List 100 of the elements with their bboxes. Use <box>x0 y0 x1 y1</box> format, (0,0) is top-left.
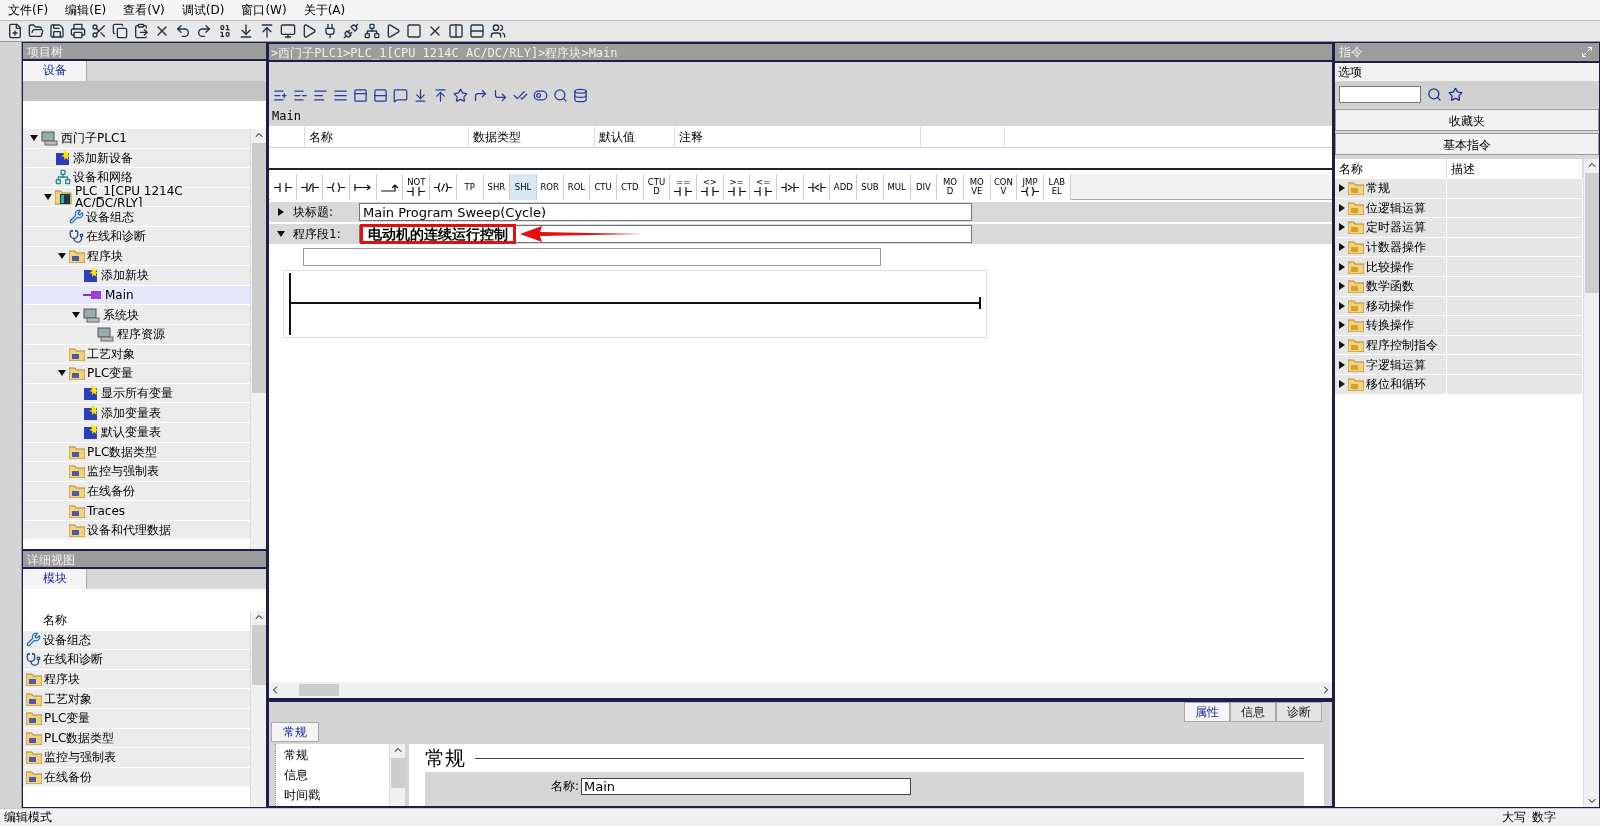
toggle-icon[interactable] <box>532 87 548 103</box>
expanded-arrow-icon[interactable] <box>58 251 66 260</box>
instruction-folder[interactable]: 比较操作 <box>1335 257 1447 276</box>
detail-item[interactable]: 程序块 <box>23 669 250 690</box>
menu-item[interactable]: 调试(D) <box>173 1 234 19</box>
tree-item[interactable]: 默认变量表 <box>23 422 250 443</box>
expanded-arrow-icon[interactable] <box>72 310 80 319</box>
instruction-button[interactable]: SUB <box>857 174 884 200</box>
detail-item[interactable]: 在线备份 <box>23 767 250 788</box>
print-icon[interactable] <box>70 23 86 39</box>
collapsed-arrow-icon[interactable] <box>1338 301 1346 310</box>
scrollbar[interactable] <box>269 682 1332 698</box>
upload-icon[interactable] <box>259 23 275 39</box>
instruction-button[interactable]: >= <box>723 174 751 200</box>
nav-item[interactable]: 信息 <box>284 765 389 785</box>
collapsed-arrow-icon[interactable] <box>1338 203 1346 212</box>
collapsed-arrow-icon[interactable] <box>1338 223 1346 232</box>
scrollbar[interactable] <box>250 129 266 549</box>
scrollbar[interactable] <box>389 744 405 806</box>
instruction-button[interactable]: MO VE <box>963 174 991 200</box>
collapsed-arrow-icon[interactable] <box>1338 321 1346 330</box>
instruction-button[interactable] <box>803 174 831 200</box>
instruction-button[interactable] <box>350 174 377 200</box>
instruction-button[interactable]: SHR <box>483 174 511 200</box>
instruction-folder[interactable]: 字逻辑运算 <box>1335 355 1447 374</box>
instruction-button[interactable]: ADD <box>830 174 858 200</box>
new-file-icon[interactable] <box>7 23 23 39</box>
instruction-button[interactable]: SHL <box>510 174 537 200</box>
panel-tab[interactable]: 模块 <box>23 569 87 589</box>
rows-icon[interactable] <box>372 87 388 103</box>
tree-item[interactable]: 程序资源 <box>23 324 250 345</box>
insert-row-icon[interactable] <box>272 87 288 103</box>
users-icon[interactable] <box>490 23 506 39</box>
network-icon[interactable] <box>364 23 380 39</box>
inspector-tab[interactable]: 属性 <box>1184 702 1230 722</box>
instruction-button[interactable]: MO D <box>937 174 964 200</box>
stop-icon[interactable] <box>406 23 422 39</box>
nav-item[interactable]: 常规 <box>284 745 389 765</box>
instruction-button[interactable]: TP <box>456 174 484 200</box>
tree-item[interactable]: 设备组态 <box>23 207 250 227</box>
instruction-button[interactable] <box>296 174 324 200</box>
undo-icon[interactable] <box>175 23 191 39</box>
favorite-icon[interactable] <box>1448 86 1463 102</box>
tree-item[interactable]: Main <box>23 285 250 306</box>
detail-item[interactable]: 工艺对象 <box>23 689 250 709</box>
collapsed-arrow-icon[interactable] <box>277 208 285 216</box>
tree-item[interactable]: 添加变量表 <box>23 403 250 423</box>
tree-item[interactable]: 程序块 <box>23 246 250 267</box>
detail-item[interactable]: 在线和诊断 <box>23 650 250 670</box>
instruction-button[interactable]: <= <box>750 174 778 200</box>
monitor-icon[interactable] <box>280 23 296 39</box>
instruction-button[interactable] <box>323 174 351 200</box>
split-vertical-icon[interactable] <box>448 23 464 39</box>
cut-icon[interactable] <box>91 23 107 39</box>
paste-icon[interactable] <box>133 23 149 39</box>
tree-item[interactable]: 工艺对象 <box>23 344 250 365</box>
collapsed-arrow-icon[interactable] <box>1338 282 1346 291</box>
instruction-folder[interactable]: 定时器运算 <box>1335 218 1447 237</box>
name-field[interactable]: Main <box>581 778 911 795</box>
instruction-button[interactable]: MUL <box>883 174 911 200</box>
tree-item[interactable]: 添加新块 <box>23 266 250 286</box>
tree-item[interactable]: PLC数据类型 <box>23 442 250 463</box>
instruction-button[interactable]: DIV <box>910 174 938 200</box>
search-icon[interactable] <box>552 87 568 103</box>
menu-item[interactable]: 关于(A) <box>295 1 355 19</box>
instruction-button[interactable]: ROR <box>536 174 564 200</box>
menu-item[interactable]: 查看(V) <box>115 1 174 19</box>
instruction-button[interactable]: CTD <box>616 174 644 200</box>
instruction-button[interactable]: ROL <box>563 174 591 200</box>
instruction-button[interactable]: CTU D <box>643 174 671 200</box>
tree-item[interactable]: PLC变量 <box>23 364 250 384</box>
scrollbar[interactable] <box>250 611 266 807</box>
save-icon[interactable] <box>49 23 65 39</box>
scroll-thumb[interactable] <box>299 684 339 696</box>
instruction-button[interactable]: JMP <box>1017 174 1044 200</box>
download-icon[interactable] <box>238 23 254 39</box>
align-icon[interactable] <box>312 87 328 103</box>
instruction-folder[interactable]: 常规 <box>1335 179 1447 198</box>
comment-icon[interactable] <box>392 87 408 103</box>
instruction-button[interactable]: CON V <box>990 174 1018 200</box>
redo-icon[interactable] <box>196 23 212 39</box>
copy-icon[interactable] <box>112 23 128 39</box>
tree-item[interactable]: 西门子PLC1 <box>23 129 250 149</box>
favorites-bar[interactable]: 收藏夹 <box>1335 109 1599 131</box>
detail-item[interactable]: 设备组态 <box>23 630 250 651</box>
menu-item[interactable]: 文件(F) <box>0 1 58 19</box>
expanded-arrow-icon[interactable] <box>58 369 66 378</box>
basic-instructions-bar[interactable]: 基本指令 <box>1335 133 1599 155</box>
section-tab[interactable]: 常规 <box>271 722 319 742</box>
scroll-thumb[interactable] <box>251 143 266 393</box>
instruction-button[interactable] <box>777 174 804 200</box>
network-comment-field[interactable] <box>303 248 881 266</box>
instruction-button[interactable]: NOT <box>403 174 431 200</box>
start-icon[interactable] <box>385 23 401 39</box>
plug-icon[interactable] <box>322 23 338 39</box>
block-title-field[interactable]: Main Program Sweep(Cycle) <box>359 203 972 221</box>
tree-item[interactable]: 设备和代理数据 <box>23 520 250 541</box>
return-icon[interactable] <box>492 87 508 103</box>
tree-item[interactable]: 系统块 <box>23 305 250 325</box>
scroll-thumb[interactable] <box>390 758 405 788</box>
